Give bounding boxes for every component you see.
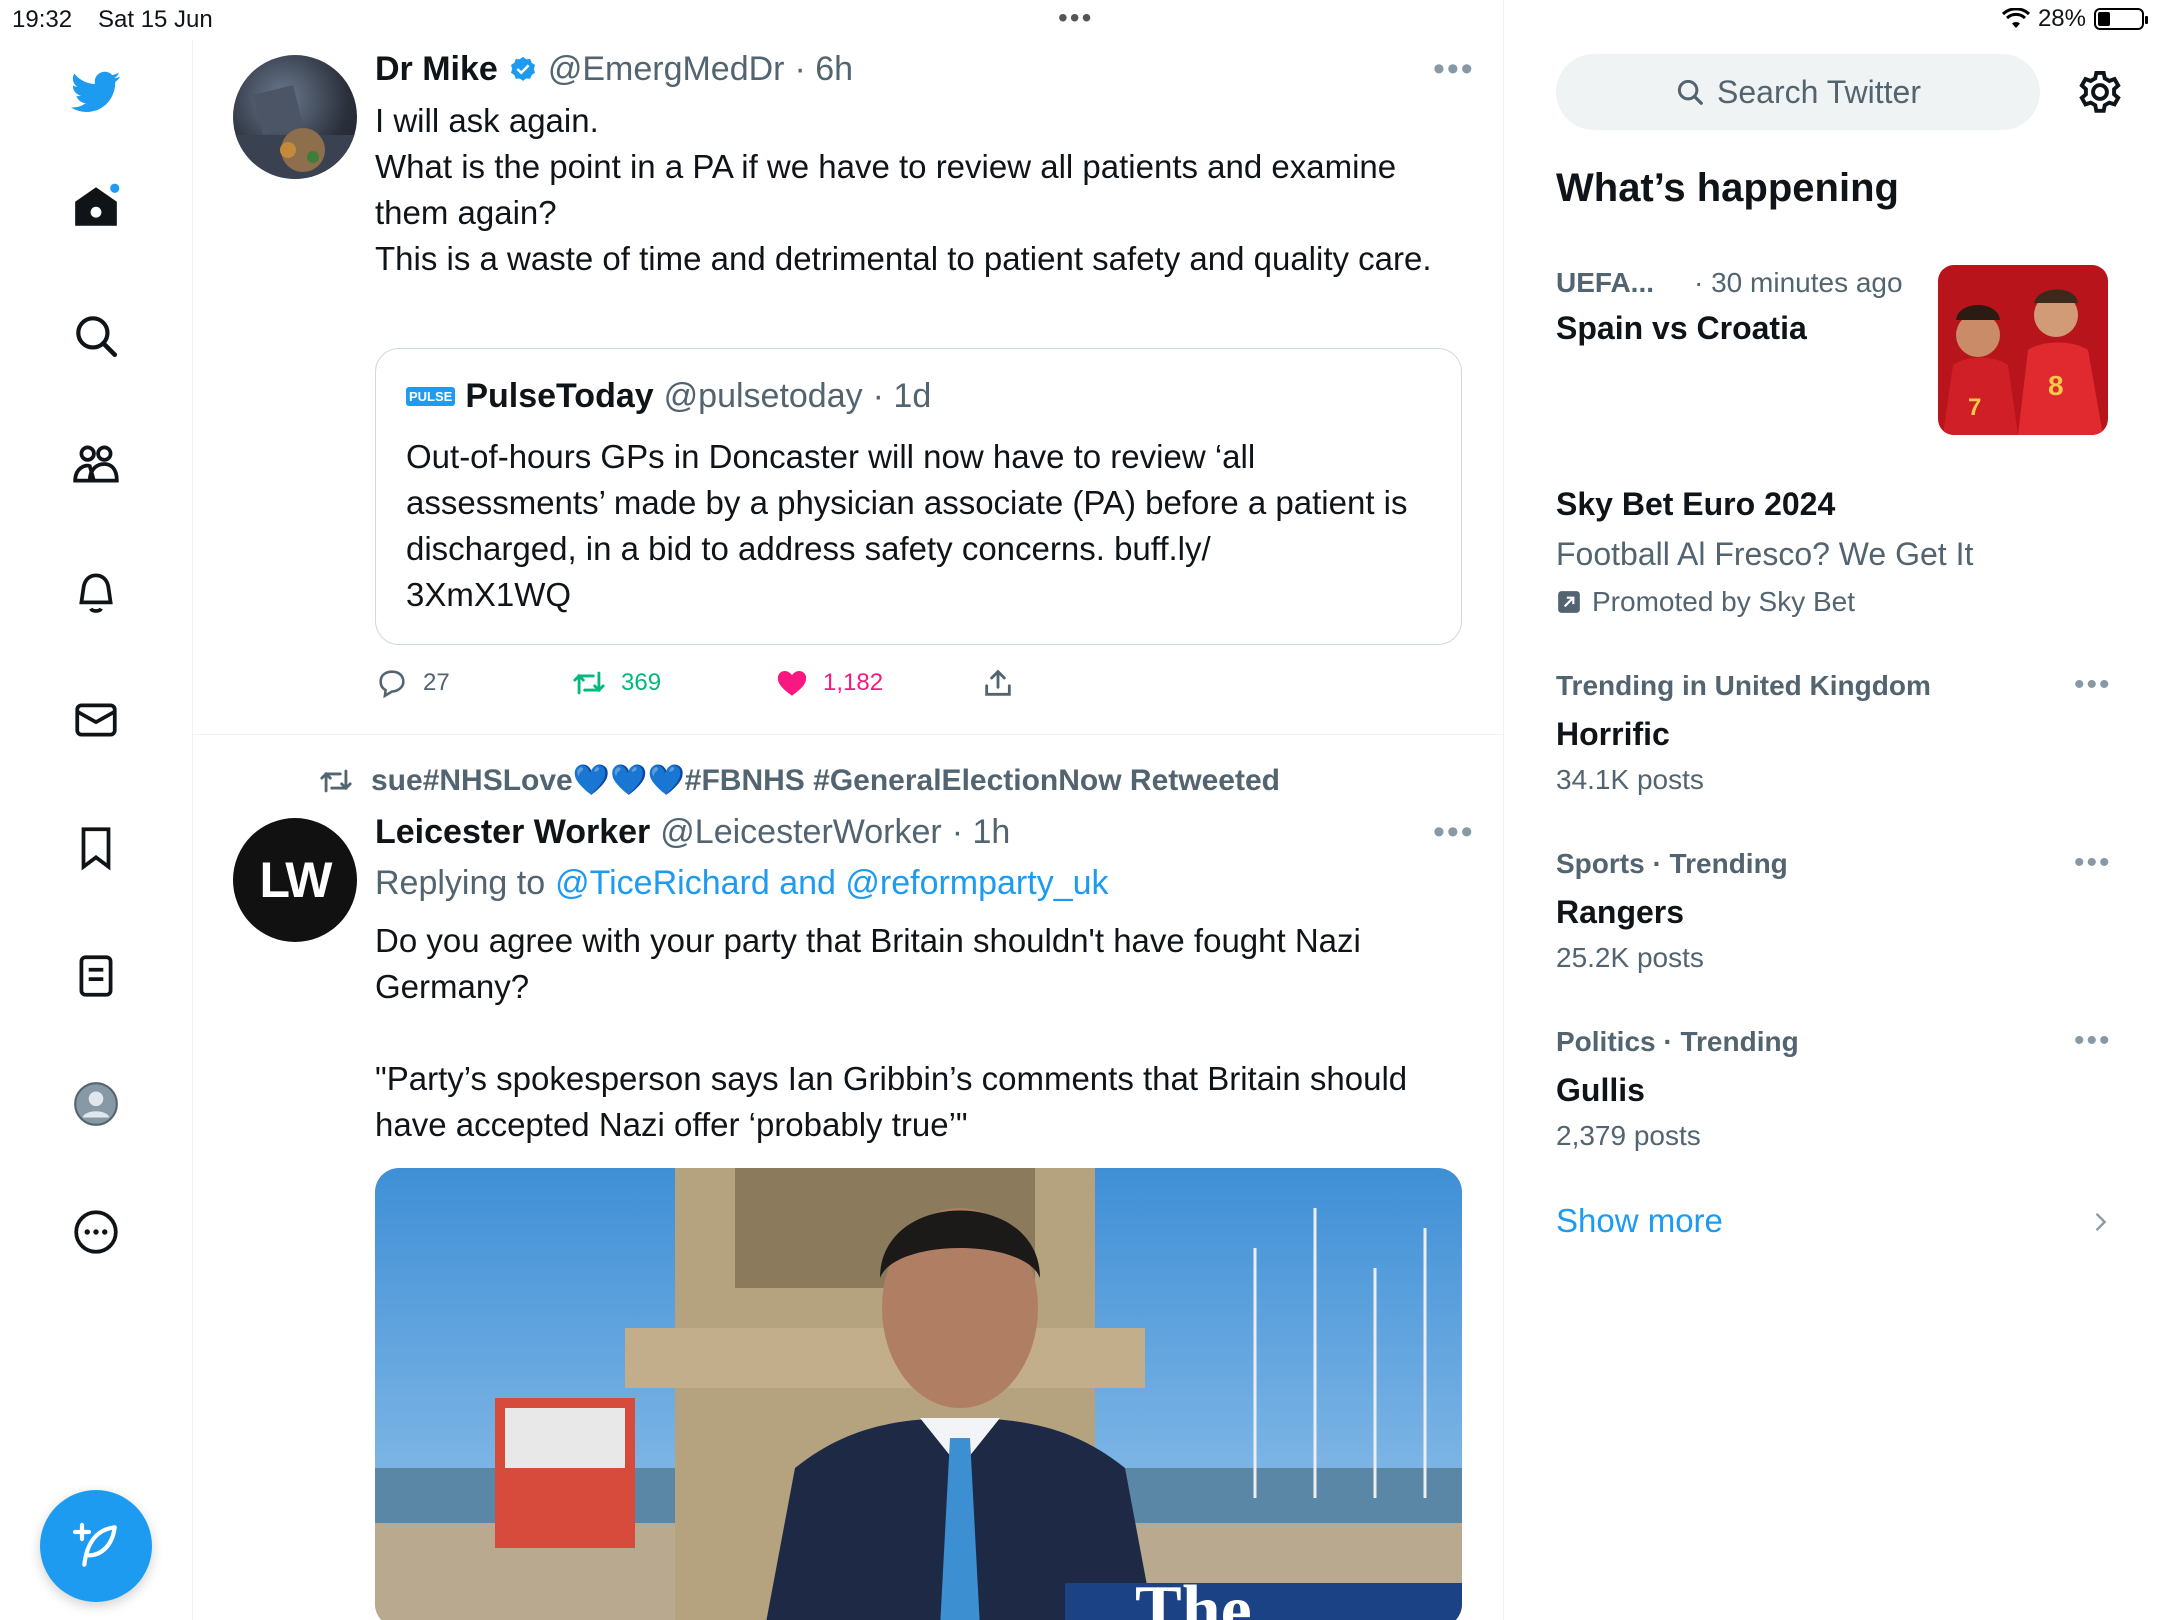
tweet-header: Leicester Worker @LeicesterWorker · 1h: [375, 813, 1010, 852]
trend-title: Gullis: [1556, 1072, 1645, 1108]
reply-count: 27: [423, 669, 450, 696]
trend-context: Sports · Trending: [1556, 848, 1788, 879]
retweet-count: 369: [621, 669, 662, 696]
media-caption: The: [1135, 1572, 1252, 1620]
status-time: 19:32: [12, 6, 73, 33]
tweet-author-handle[interactable]: @LeicesterWorker: [660, 813, 941, 852]
trend-post-count: 25.2K posts: [1556, 942, 1704, 973]
promoted-label: Promoted by Sky Bet: [1556, 586, 1855, 618]
share-icon: [985, 669, 1011, 696]
retweet-icon: [573, 671, 605, 695]
retweeted-icon: [320, 769, 352, 792]
svg-text:7: 7: [1968, 394, 1981, 421]
promoted-by-text: Promoted by Sky Bet: [1592, 586, 1856, 617]
tweet-actions: 27 369 1,182: [375, 662, 1375, 712]
replying-to-line: Replying to @TiceRichard and @reformpart…: [375, 864, 1109, 903]
like-button[interactable]: 1,182: [775, 666, 883, 700]
quoted-author-handle: @pulsetoday: [663, 377, 863, 415]
quoted-author-name: PulseToday: [465, 377, 654, 415]
tweet-media-image[interactable]: The: [375, 1168, 1462, 1620]
retweet-button[interactable]: 369: [571, 666, 661, 700]
profile-avatar-icon[interactable]: [62, 1070, 130, 1138]
show-more-text[interactable]: Show more: [1556, 1202, 1723, 1240]
retweet-context: sue#NHSLove💙💙💙#FBNHS #GeneralElectionNow…: [317, 763, 1280, 798]
search-twitter-input[interactable]: Search Twitter: [1556, 54, 2040, 130]
event-category: UEFA...: [1556, 267, 1655, 298]
tweet-timestamp[interactable]: · 1h: [952, 813, 1011, 852]
tweet-timestamp[interactable]: · 6h: [795, 50, 854, 89]
event-title: Spain vs Croatia: [1556, 310, 1807, 346]
trend-more-icon[interactable]: •••: [2074, 846, 2112, 880]
whats-happening-heading: What’s happening: [1556, 166, 1899, 210]
event-thumbnail: 8 7: [1938, 265, 2108, 435]
like-count: 1,182: [823, 669, 884, 696]
trend-more-icon[interactable]: •••: [2074, 1024, 2112, 1058]
trend-context: Trending in United Kingdom: [1556, 670, 1931, 701]
promoted-icon: [1558, 591, 1580, 613]
communities-icon[interactable]: [62, 430, 130, 498]
tweet-divider: [193, 734, 1503, 735]
svg-text:8: 8: [2048, 370, 2064, 401]
pulse-logo: PULSE: [406, 387, 456, 406]
event-time: · 30 minutes ago: [1694, 267, 1903, 298]
tweet-author-avatar[interactable]: LW: [233, 818, 357, 942]
trend-title: Horrific: [1556, 716, 1670, 752]
compose-tweet-button[interactable]: [40, 1490, 152, 1602]
avatar-initials: LW: [259, 852, 333, 908]
trend-context: Politics · Trending: [1556, 1026, 1799, 1057]
home-icon[interactable]: [62, 173, 130, 241]
notifications-bell-icon[interactable]: [62, 558, 130, 626]
trend-title: Rangers: [1556, 894, 1685, 930]
more-options-icon[interactable]: [62, 1198, 130, 1266]
search-placeholder: Search Twitter: [1717, 73, 1921, 110]
quoted-tweet-text: Out-of-hours GPs in Doncaster will now h…: [406, 438, 1408, 613]
messages-envelope-icon[interactable]: [62, 686, 130, 754]
share-button[interactable]: [981, 666, 1015, 700]
trend-post-count: 2,379 posts: [1556, 1120, 1701, 1151]
twitter-logo-icon[interactable]: [62, 58, 130, 126]
tweet-text: I will ask again. What is the point in a…: [375, 102, 1432, 277]
right-sidebar: Search Twitter What’s happening UEFA... …: [1504, 0, 2160, 1620]
tweet-more-icon[interactable]: •••: [1433, 813, 1475, 852]
retweeted-by-text[interactable]: sue#NHSLove💙💙💙#FBNHS #GeneralElectionNow…: [371, 763, 1280, 798]
side-navigation: [0, 40, 193, 1620]
tweet-text: Do you agree with your party that Britai…: [375, 922, 1408, 1143]
tweet-more-icon[interactable]: •••: [1433, 50, 1475, 89]
tweet-author-name[interactable]: Leicester Worker: [375, 813, 650, 852]
tweet-header: Dr Mike @EmergMedDr · 6h: [375, 50, 853, 89]
quoted-tweet[interactable]: PULSE PulseToday @pulsetoday · 1d Out-of…: [375, 348, 1462, 645]
replying-to-users-link[interactable]: @TiceRichard and @reformparty_uk: [555, 864, 1108, 903]
reply-button[interactable]: 27: [375, 666, 450, 700]
quoted-timestamp: · 1d: [872, 377, 932, 415]
tweet-author-handle[interactable]: @EmergMedDr: [548, 50, 785, 89]
verified-badge-icon: [510, 56, 535, 81]
tweet-author-avatar[interactable]: [233, 55, 357, 179]
promo-subtitle: Football Al Fresco? We Get It: [1556, 536, 1974, 572]
bookmarks-icon[interactable]: [62, 814, 130, 882]
tweet-author-name[interactable]: Dr Mike: [375, 50, 498, 89]
lists-icon[interactable]: [62, 942, 130, 1010]
quoted-tweet-header: PULSE PulseToday @pulsetoday · 1d: [406, 377, 931, 416]
explore-search-icon[interactable]: [62, 302, 130, 370]
promo-title: Sky Bet Euro 2024: [1556, 486, 1836, 522]
replying-to-prefix: Replying to: [375, 864, 546, 902]
timeline-feed: Dr Mike @EmergMedDr · 6h ••• I will ask …: [193, 0, 1504, 1620]
reply-icon: [379, 670, 405, 699]
trend-more-icon[interactable]: •••: [2074, 668, 2112, 702]
heart-icon: [777, 670, 807, 696]
settings-gear-icon[interactable]: [2074, 66, 2126, 118]
compose-feather-icon: [72, 1522, 117, 1567]
chevron-right-icon: [2095, 1213, 2107, 1231]
search-icon: [1677, 79, 1703, 105]
trend-post-count: 34.1K posts: [1556, 764, 1704, 795]
